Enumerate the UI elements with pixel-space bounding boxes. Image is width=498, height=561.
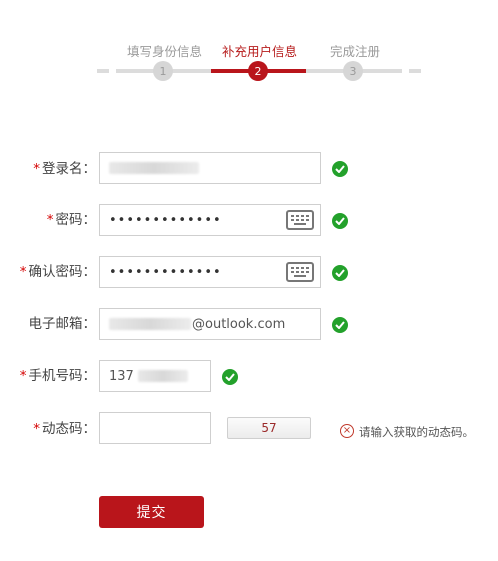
- username-label: * 登录名：: [33, 160, 96, 178]
- step-track-segment: [97, 69, 109, 73]
- email-label: 电子邮箱：: [29, 315, 97, 333]
- email-domain: @outlook.com: [192, 316, 286, 332]
- code-label: * 动态码：: [33, 420, 96, 438]
- confirm-password-label-text: 确认密码：: [28, 264, 97, 280]
- masked-value: [109, 162, 199, 174]
- password-label: * 密码：: [47, 211, 96, 229]
- step-1-marker: 1: [153, 61, 173, 81]
- keyboard-icon[interactable]: [286, 210, 314, 230]
- masked-value: [109, 318, 191, 330]
- email-label-text: 电子邮箱：: [28, 316, 97, 332]
- username-label-text: 登录名：: [42, 161, 96, 177]
- email-input[interactable]: @outlook.com: [99, 308, 321, 340]
- step-2-marker: 2: [248, 61, 268, 81]
- code-input[interactable]: [99, 412, 211, 444]
- phone-valid-check-icon: [222, 369, 238, 385]
- masked-value: [137, 370, 188, 382]
- username-valid-check-icon: [332, 161, 348, 177]
- phone-label: * 手机号码：: [20, 367, 96, 385]
- step-2-label: 补充用户信息: [222, 44, 298, 59]
- submit-button[interactable]: 提交: [99, 496, 204, 528]
- confirm-password-valid-check-icon: [332, 265, 348, 281]
- code-label-text: 动态码：: [42, 421, 96, 437]
- required-mark: *: [33, 421, 40, 437]
- get-code-button[interactable]: 57: [227, 417, 311, 439]
- step-3-marker: 3: [343, 61, 363, 81]
- keyboard-icon[interactable]: [286, 262, 314, 282]
- password-label-text: 密码：: [55, 212, 97, 228]
- phone-input[interactable]: 137: [99, 360, 211, 392]
- phone-value: 137: [109, 368, 134, 384]
- password-value: •••••••••••••: [109, 212, 222, 228]
- confirm-password-label: * 确认密码：: [20, 263, 96, 281]
- error-circle-icon: ×: [340, 424, 354, 438]
- password-valid-check-icon: [332, 213, 348, 229]
- step-1-label: 填写身份信息: [127, 44, 203, 59]
- required-mark: *: [33, 161, 40, 177]
- required-mark: *: [19, 264, 27, 280]
- username-input[interactable]: [99, 152, 321, 184]
- confirm-password-value: •••••••••••••: [109, 264, 222, 280]
- phone-label-text: 手机号码：: [28, 368, 97, 384]
- step-track-segment: [409, 69, 421, 73]
- code-error-message: 请输入获取的动态码。: [359, 425, 474, 439]
- required-mark: *: [19, 368, 27, 384]
- email-valid-check-icon: [332, 317, 348, 333]
- step-3-label: 完成注册: [330, 44, 381, 59]
- required-mark: *: [46, 212, 54, 228]
